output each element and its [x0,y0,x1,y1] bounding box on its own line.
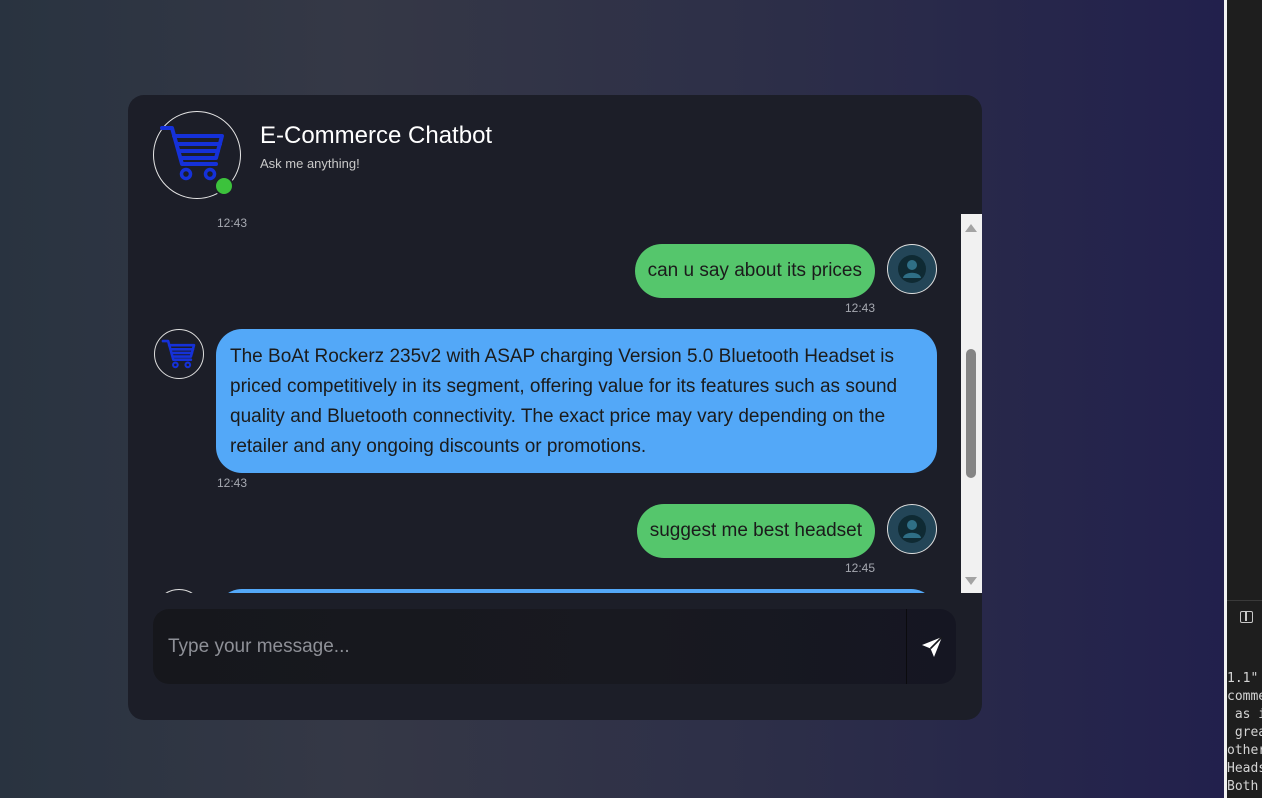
message-input[interactable] [153,609,906,684]
user-avatar [887,504,937,554]
message-list[interactable]: 12:43 can u say about its prices 12:43 T… [128,214,961,593]
split-editor-icon[interactable] [1240,611,1253,623]
send-icon [922,636,943,657]
code-line: Both [1227,779,1259,794]
chat-subtitle: Ask me anything! [260,156,360,171]
bot-message-bubble [216,589,937,593]
code-line: 1.1" [1227,671,1259,686]
scroll-down-arrow-icon[interactable] [965,577,977,585]
chat-header: E-Commerce Chatbot Ask me anything! [128,95,982,215]
shopping-cart-icon [160,126,224,181]
shopping-cart-icon [161,339,196,369]
chat-window: E-Commerce Chatbot Ask me anything! 12:4… [128,95,982,720]
code-preview: 1.1" comme as i grea other Heads Both [1227,670,1262,796]
user-message-bubble: suggest me best headset [636,504,875,558]
message-timestamp: 12:45 [845,561,876,575]
scroll-up-arrow-icon[interactable] [965,224,977,232]
code-line: Heads [1227,761,1262,776]
bot-message-bubble: The BoAt Rockerz 235v2 with ASAP chargin… [216,329,937,473]
user-avatar [887,244,937,294]
chat-title: E-Commerce Chatbot [260,122,493,149]
code-line: comme [1227,689,1262,704]
message-scrollbar[interactable] [961,214,982,593]
side-split-bar [1227,600,1262,640]
code-line: other [1227,743,1262,758]
bot-avatar [154,329,204,379]
user-icon [898,255,926,283]
online-status-dot [214,176,234,196]
user-icon [898,515,926,543]
code-line: grea [1234,725,1262,740]
message-timestamp: 12:43 [217,476,248,490]
editor-side-panel: 1.1" comme as i grea other Heads Both [1224,0,1262,798]
message-timestamp: 12:43 [217,216,248,230]
bot-avatar [154,589,204,593]
send-button[interactable] [906,609,956,684]
code-line: as i [1234,707,1262,722]
user-message-bubble: can u say about its prices [634,244,875,298]
scroll-thumb[interactable] [966,349,976,478]
message-timestamp: 12:43 [845,301,876,315]
message-composer [153,609,956,684]
